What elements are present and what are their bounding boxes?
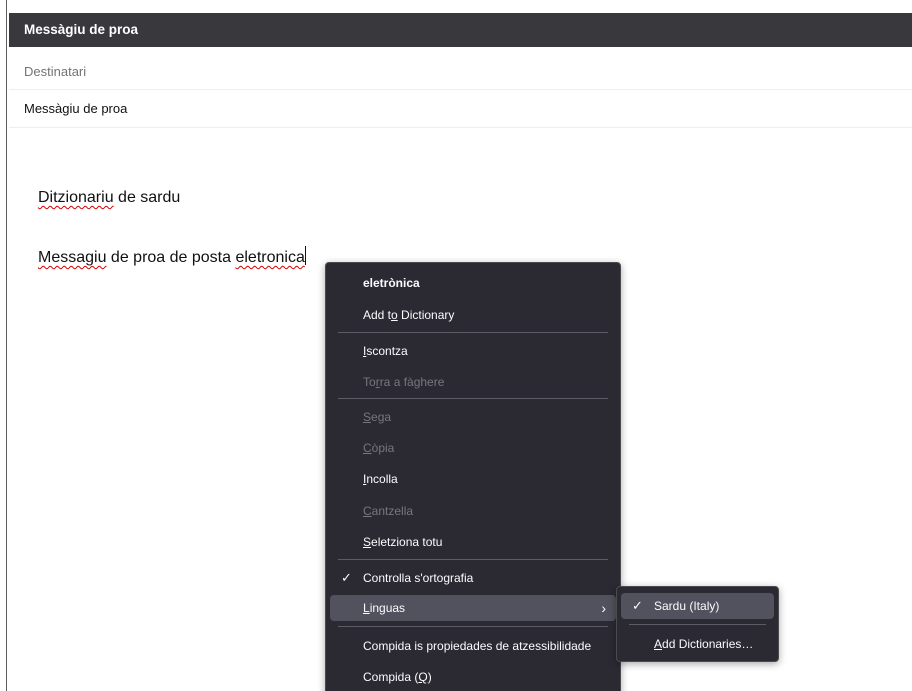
menu-label-part: antzella	[371, 504, 414, 518]
menu-separator	[338, 398, 608, 399]
accesskey: C	[363, 504, 372, 518]
email-compose-window: Messàgiu de proa Destinatari Messàgiu de…	[0, 0, 912, 691]
recipient-field[interactable]: Destinatari	[9, 55, 912, 90]
menu-separator	[338, 332, 608, 333]
add-to-dictionary-item[interactable]: Add to Dictionary	[330, 302, 616, 328]
chevron-right-icon: ›	[601, 600, 606, 616]
menu-label-part: dd Dictionaries…	[662, 637, 754, 651]
menu-label: Sardu (Italy)	[654, 599, 720, 613]
add-dictionaries-item[interactable]: Add Dictionaries…	[621, 631, 774, 657]
menu-label-part: eletziona totu	[371, 535, 443, 549]
accesskey: S	[363, 410, 372, 424]
menu-label-part: Add t	[363, 308, 392, 322]
menu-separator	[338, 559, 608, 560]
accesskey: L	[363, 601, 370, 615]
accesskey: C	[363, 441, 372, 455]
window-title: Messàgiu de proa	[9, 13, 912, 47]
check-spelling-item[interactable]: ✓ Controlla s'ortografia	[330, 565, 616, 591]
misspelled-word-selected: eletronica	[235, 249, 305, 266]
accesskey: S	[363, 535, 372, 549]
text-caret	[304, 246, 306, 265]
languages-item[interactable]: Linguas ›	[330, 595, 616, 621]
delete-item[interactable]: Cantzella	[330, 498, 616, 524]
menu-label-part: inguas	[369, 601, 406, 615]
menu-label: Controlla s'ortografia	[363, 571, 474, 585]
menu-label-part: Compida (	[363, 670, 419, 684]
menu-label-part: To	[363, 375, 376, 389]
subject-field[interactable]: Messàgiu de proa	[9, 90, 912, 128]
paste-item[interactable]: Incolla	[330, 466, 616, 492]
body-line-1[interactable]: Ditzionariu de sardu	[38, 189, 180, 207]
menu-separator	[629, 624, 766, 625]
inspect-accessibility-item[interactable]: Compida is propiedades de atzessibilidad…	[330, 633, 616, 659]
accesskey: o	[391, 308, 398, 322]
undo-item[interactable]: Iscontza	[330, 338, 616, 364]
misspelled-word: Ditzionariu	[38, 189, 114, 206]
select-all-item[interactable]: Seletziona totu	[330, 529, 616, 555]
menu-label-part: ega	[371, 410, 392, 424]
menu-separator	[338, 626, 608, 627]
inspect-item[interactable]: Compida (Q)	[330, 664, 616, 690]
misspelled-word: Messagiu	[38, 249, 107, 266]
accesskey: A	[654, 637, 663, 651]
copy-item[interactable]: Còpia	[330, 435, 616, 461]
cut-item[interactable]: Sega	[330, 404, 616, 430]
spelling-suggestion-item[interactable]: eletrònica	[330, 270, 616, 296]
body-line-2[interactable]: Messagiu de proa de posta eletronica	[38, 246, 306, 267]
languages-submenu: ✓ Sardu (Italy) Add Dictionaries…	[616, 586, 779, 662]
menu-label-part: )	[427, 670, 432, 684]
accesskey: Q	[418, 670, 428, 684]
redo-item[interactable]: Torra a fàghere	[330, 369, 616, 395]
menu-label-part: òpia	[371, 441, 395, 455]
checkmark-icon: ✓	[341, 570, 352, 585]
context-menu: eletrònica Add to Dictionary Iscontza To…	[325, 262, 621, 691]
checkmark-icon: ✓	[632, 598, 643, 613]
language-sardu-item[interactable]: ✓ Sardu (Italy)	[621, 593, 774, 619]
menu-label-part: ncolla	[366, 472, 398, 486]
menu-label-part: ra a fàghere	[379, 375, 445, 389]
menu-label-part: Dictionary	[397, 308, 455, 322]
body-text-segment: de proa de posta	[106, 249, 236, 266]
menu-label-part: scontza	[366, 344, 408, 358]
window-edge	[0, 0, 9, 691]
body-text-segment: de sardu	[113, 189, 181, 206]
